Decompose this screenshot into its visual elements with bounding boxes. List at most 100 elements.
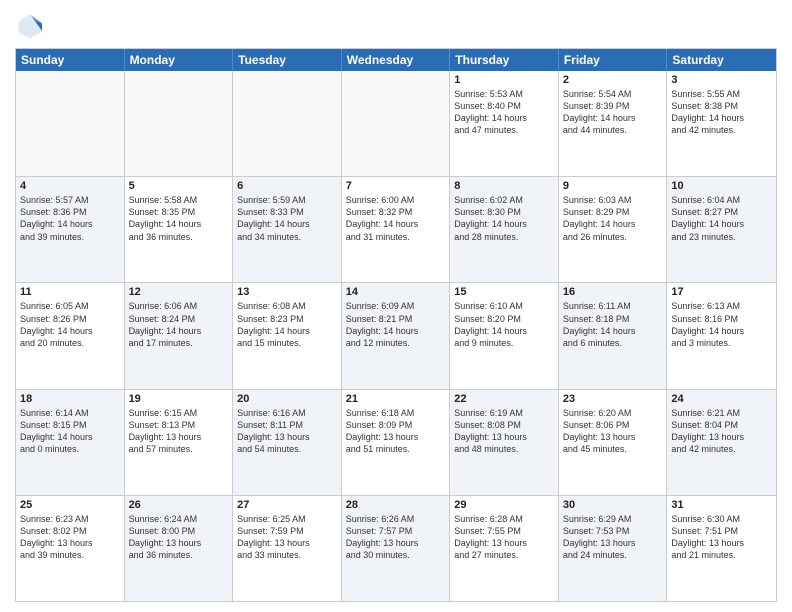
calendar-cell-4-1: 26Sunrise: 6:24 AM Sunset: 8:00 PM Dayli… (125, 496, 234, 601)
day-info: Sunrise: 6:00 AM Sunset: 8:32 PM Dayligh… (346, 194, 446, 243)
calendar-cell-3-1: 19 Sunrise: 6:15 AM Sunset: 8:13 PM Dayli… (125, 390, 234, 495)
logo (15, 10, 49, 40)
calendar-cell-2-0: 11Sunrise: 6:05 AM Sunset: 8:26 PM Dayli… (16, 283, 125, 388)
header-day-thursday: Thursday (450, 49, 559, 71)
header-day-monday: Monday (125, 49, 234, 71)
day-number: 19 (129, 393, 229, 405)
day-info: Sunrise: 6:24 AM Sunset: 8:00 PM Dayligh… (129, 513, 229, 562)
day-info: Sunrise: 6:28 AM Sunset: 7:55 PM Dayligh… (454, 513, 554, 562)
calendar-cell-3-0: 18 Sunrise: 6:14 AM Sunset: 8:15 PM Dayli… (16, 390, 125, 495)
calendar-cell-1-3: 7 Sunrise: 6:00 AM Sunset: 8:32 PM Daylig… (342, 177, 451, 282)
calendar-cell-0-6: 3Sunrise: 5:55 AM Sunset: 8:38 PM Daylig… (667, 71, 776, 176)
day-info: Sunrise: 6:08 AM Sunset: 8:23 PM Dayligh… (237, 300, 337, 349)
day-number: 13 (237, 286, 337, 298)
logo-icon (15, 10, 45, 40)
day-number: 22 (454, 393, 554, 405)
day-number: 21 (346, 393, 446, 405)
header-day-saturday: Saturday (667, 49, 776, 71)
header (15, 10, 777, 40)
day-info: Sunrise: 6:09 AM Sunset: 8:21 PM Dayligh… (346, 300, 446, 349)
calendar-row-4: 25Sunrise: 6:23 AM Sunset: 8:02 PM Dayli… (16, 496, 776, 601)
day-info: Sunrise: 6:19 AM Sunset: 8:08 PM Dayligh… (454, 407, 554, 456)
calendar-cell-0-3 (342, 71, 451, 176)
calendar-cell-4-5: 30 Sunrise: 6:29 AM Sunset: 7:53 PM Dayli… (559, 496, 668, 601)
calendar-cell-1-2: 6 Sunrise: 5:59 AM Sunset: 8:33 PM Daylig… (233, 177, 342, 282)
header-day-sunday: Sunday (16, 49, 125, 71)
day-info: Sunrise: 6:04 AM Sunset: 8:27 PM Dayligh… (671, 194, 772, 243)
calendar-cell-3-6: 24 Sunrise: 6:21 AM Sunset: 8:04 PM Dayli… (667, 390, 776, 495)
header-day-tuesday: Tuesday (233, 49, 342, 71)
day-number: 8 (454, 180, 554, 192)
day-number: 23 (563, 393, 663, 405)
day-number: 17 (671, 286, 772, 298)
day-number: 27 (237, 499, 337, 511)
day-info: Sunrise: 6:23 AM Sunset: 8:02 PM Dayligh… (20, 513, 120, 562)
calendar-row-2: 11Sunrise: 6:05 AM Sunset: 8:26 PM Dayli… (16, 283, 776, 389)
day-number: 20 (237, 393, 337, 405)
calendar-cell-4-3: 28Sunrise: 6:26 AM Sunset: 7:57 PM Dayli… (342, 496, 451, 601)
calendar-cell-4-4: 29Sunrise: 6:28 AM Sunset: 7:55 PM Dayli… (450, 496, 559, 601)
calendar-cell-2-2: 13 Sunrise: 6:08 AM Sunset: 8:23 PM Dayli… (233, 283, 342, 388)
day-info: Sunrise: 5:59 AM Sunset: 8:33 PM Dayligh… (237, 194, 337, 243)
header-day-friday: Friday (559, 49, 668, 71)
day-info: Sunrise: 5:57 AM Sunset: 8:36 PM Dayligh… (20, 194, 120, 243)
day-number: 7 (346, 180, 446, 192)
day-info: Sunrise: 6:29 AM Sunset: 7:53 PM Dayligh… (563, 513, 663, 562)
calendar-cell-3-4: 22 Sunrise: 6:19 AM Sunset: 8:08 PM Dayli… (450, 390, 559, 495)
calendar-cell-1-1: 5 Sunrise: 5:58 AM Sunset: 8:35 PM Daylig… (125, 177, 234, 282)
day-number: 31 (671, 499, 772, 511)
calendar-cell-0-5: 2Sunrise: 5:54 AM Sunset: 8:39 PM Daylig… (559, 71, 668, 176)
day-number: 9 (563, 180, 663, 192)
day-number: 15 (454, 286, 554, 298)
day-info: Sunrise: 6:21 AM Sunset: 8:04 PM Dayligh… (671, 407, 772, 456)
day-number: 6 (237, 180, 337, 192)
calendar-cell-2-3: 14 Sunrise: 6:09 AM Sunset: 8:21 PM Dayli… (342, 283, 451, 388)
calendar-cell-0-4: 1 Sunrise: 5:53 AM Sunset: 8:40 PM Daylig… (450, 71, 559, 176)
day-info: Sunrise: 6:06 AM Sunset: 8:24 PM Dayligh… (129, 300, 229, 349)
calendar-cell-4-6: 31 Sunrise: 6:30 AM Sunset: 7:51 PM Dayli… (667, 496, 776, 601)
calendar-cell-1-6: 10Sunrise: 6:04 AM Sunset: 8:27 PM Dayli… (667, 177, 776, 282)
calendar-cell-2-4: 15 Sunrise: 6:10 AM Sunset: 8:20 PM Dayli… (450, 283, 559, 388)
day-number: 5 (129, 180, 229, 192)
day-info: Sunrise: 5:53 AM Sunset: 8:40 PM Dayligh… (454, 88, 554, 137)
day-info: Sunrise: 6:20 AM Sunset: 8:06 PM Dayligh… (563, 407, 663, 456)
day-info: Sunrise: 5:54 AM Sunset: 8:39 PM Dayligh… (563, 88, 663, 137)
calendar-cell-0-0 (16, 71, 125, 176)
day-info: Sunrise: 6:16 AM Sunset: 8:11 PM Dayligh… (237, 407, 337, 456)
calendar-row-3: 18 Sunrise: 6:14 AM Sunset: 8:15 PM Dayli… (16, 390, 776, 496)
day-info: Sunrise: 5:58 AM Sunset: 8:35 PM Dayligh… (129, 194, 229, 243)
day-info: Sunrise: 6:25 AM Sunset: 7:59 PM Dayligh… (237, 513, 337, 562)
day-number: 14 (346, 286, 446, 298)
day-number: 16 (563, 286, 663, 298)
calendar-cell-2-1: 12Sunrise: 6:06 AM Sunset: 8:24 PM Dayli… (125, 283, 234, 388)
day-number: 18 (20, 393, 120, 405)
calendar-row-0: 1 Sunrise: 5:53 AM Sunset: 8:40 PM Daylig… (16, 71, 776, 177)
day-number: 11 (20, 286, 120, 298)
calendar-cell-4-0: 25Sunrise: 6:23 AM Sunset: 8:02 PM Dayli… (16, 496, 125, 601)
calendar-cell-3-2: 20 Sunrise: 6:16 AM Sunset: 8:11 PM Dayli… (233, 390, 342, 495)
day-number: 4 (20, 180, 120, 192)
day-info: Sunrise: 6:13 AM Sunset: 8:16 PM Dayligh… (671, 300, 772, 349)
day-info: Sunrise: 6:10 AM Sunset: 8:20 PM Dayligh… (454, 300, 554, 349)
day-number: 24 (671, 393, 772, 405)
calendar-cell-1-5: 9 Sunrise: 6:03 AM Sunset: 8:29 PM Daylig… (559, 177, 668, 282)
calendar-row-1: 4 Sunrise: 5:57 AM Sunset: 8:36 PM Daylig… (16, 177, 776, 283)
day-info: Sunrise: 6:02 AM Sunset: 8:30 PM Dayligh… (454, 194, 554, 243)
calendar-cell-1-4: 8 Sunrise: 6:02 AM Sunset: 8:30 PM Daylig… (450, 177, 559, 282)
calendar-cell-4-2: 27 Sunrise: 6:25 AM Sunset: 7:59 PM Dayli… (233, 496, 342, 601)
day-number: 1 (454, 74, 554, 86)
day-info: Sunrise: 6:18 AM Sunset: 8:09 PM Dayligh… (346, 407, 446, 456)
day-info: Sunrise: 6:14 AM Sunset: 8:15 PM Dayligh… (20, 407, 120, 456)
calendar-header: SundayMondayTuesdayWednesdayThursdayFrid… (16, 49, 776, 71)
calendar-cell-2-6: 17 Sunrise: 6:13 AM Sunset: 8:16 PM Dayli… (667, 283, 776, 388)
day-number: 30 (563, 499, 663, 511)
calendar-cell-0-2 (233, 71, 342, 176)
day-info: Sunrise: 5:55 AM Sunset: 8:38 PM Dayligh… (671, 88, 772, 137)
calendar-cell-3-5: 23 Sunrise: 6:20 AM Sunset: 8:06 PM Dayli… (559, 390, 668, 495)
day-number: 28 (346, 499, 446, 511)
page: SundayMondayTuesdayWednesdayThursdayFrid… (0, 0, 792, 612)
day-info: Sunrise: 6:30 AM Sunset: 7:51 PM Dayligh… (671, 513, 772, 562)
day-info: Sunrise: 6:15 AM Sunset: 8:13 PM Dayligh… (129, 407, 229, 456)
calendar-cell-0-1 (125, 71, 234, 176)
day-info: Sunrise: 6:03 AM Sunset: 8:29 PM Dayligh… (563, 194, 663, 243)
